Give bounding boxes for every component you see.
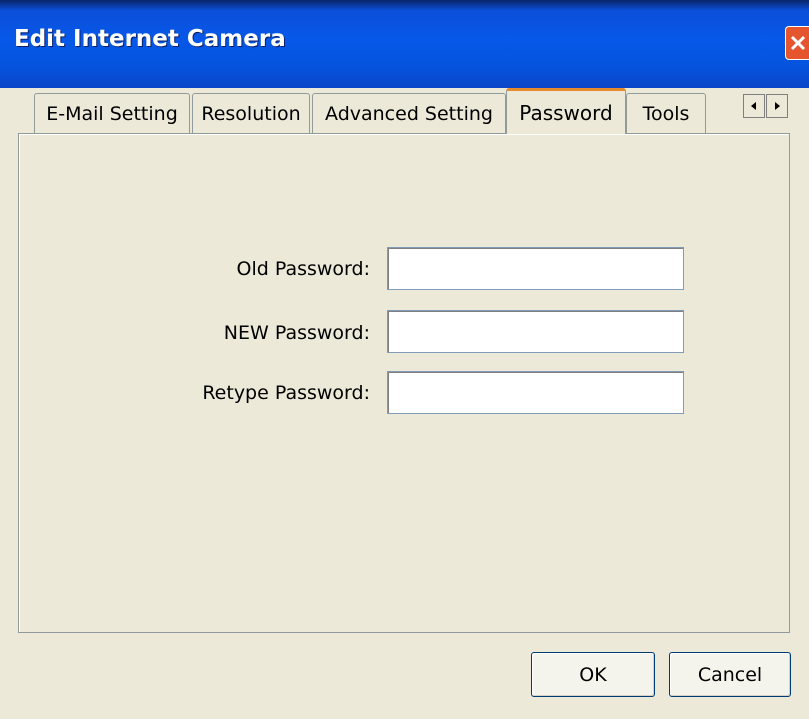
tab-advanced-setting[interactable]: Advanced Setting <box>312 93 506 133</box>
close-icon <box>790 35 805 51</box>
title-bar: Edit Internet Camera <box>0 0 809 88</box>
retype-password-label: Retype Password: <box>202 382 370 404</box>
tab-email-setting[interactable]: E-Mail Setting <box>34 93 190 133</box>
scroll-right-icon <box>775 102 780 110</box>
window-title: Edit Internet Camera <box>14 26 286 52</box>
ok-button[interactable]: OK <box>531 652 655 697</box>
old-password-label: Old Password: <box>236 258 370 280</box>
old-password-input[interactable] <box>387 247 684 290</box>
new-password-label: NEW Password: <box>223 322 370 344</box>
tab-resolution[interactable]: Resolution <box>192 93 310 133</box>
new-password-input[interactable] <box>387 310 684 353</box>
tab-tools[interactable]: Tools <box>626 93 706 133</box>
close-button[interactable] <box>785 26 809 60</box>
tab-scroll-right-button[interactable] <box>766 94 788 118</box>
tab-scroll-left-button[interactable] <box>743 94 765 118</box>
scroll-left-icon <box>751 102 756 110</box>
tab-password[interactable]: Password <box>506 88 626 134</box>
retype-password-input[interactable] <box>387 371 684 414</box>
cancel-button[interactable]: Cancel <box>669 652 791 697</box>
